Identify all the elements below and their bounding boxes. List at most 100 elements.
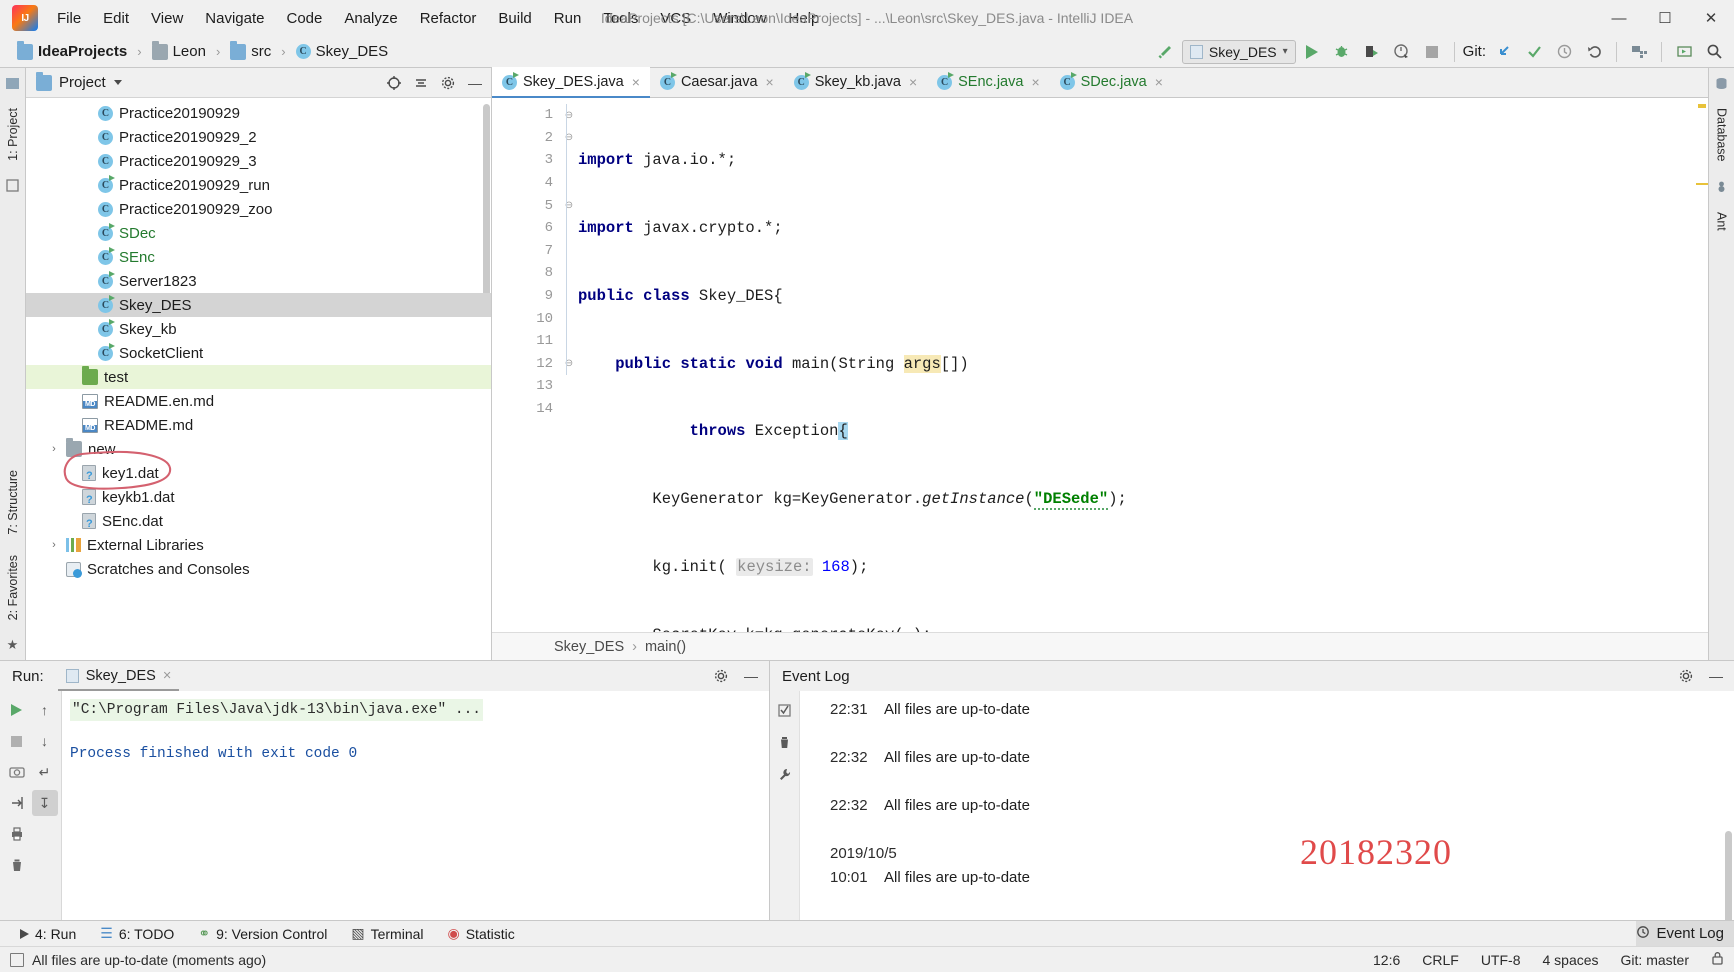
run-with-coverage-button[interactable] bbox=[1358, 39, 1386, 65]
git-update-icon[interactable] bbox=[1490, 39, 1518, 65]
line-separator[interactable]: CRLF bbox=[1422, 952, 1459, 968]
breadcrumb-item-skey-des[interactable]: C Skey_DES bbox=[293, 42, 392, 61]
close-icon[interactable]: × bbox=[163, 668, 171, 684]
scroll-down-icon[interactable]: ↓ bbox=[32, 728, 58, 754]
hide-panel-icon[interactable]: — bbox=[465, 73, 485, 93]
breadcrumb-class[interactable]: Skey_DES bbox=[554, 639, 624, 655]
event-log-row[interactable]: 22:32 All files are up-to-date bbox=[830, 797, 1734, 845]
fold-column[interactable]: ⊖ ⊖ ⊖ ⊖ bbox=[560, 98, 578, 632]
export-icon[interactable] bbox=[4, 790, 30, 816]
print-icon[interactable] bbox=[4, 821, 30, 847]
tree-item-senc-dat[interactable]: SEnc.dat bbox=[26, 509, 491, 533]
breadcrumb-item-src[interactable]: src bbox=[227, 40, 274, 61]
tree-item-new[interactable]: › new bbox=[26, 437, 491, 461]
settings-wrench-icon[interactable] bbox=[774, 763, 796, 785]
tool-window-run[interactable]: 4: Run bbox=[8, 923, 88, 945]
tree-item-readme-en-md[interactable]: README.en.md bbox=[26, 389, 491, 413]
camera-icon[interactable] bbox=[4, 759, 30, 785]
hide-panel-icon[interactable]: — bbox=[1706, 666, 1726, 686]
lock-icon[interactable] bbox=[1711, 951, 1724, 968]
close-icon[interactable]: × bbox=[1031, 74, 1039, 90]
gear-icon[interactable] bbox=[711, 666, 731, 686]
gear-icon[interactable] bbox=[438, 73, 458, 93]
minimize-button[interactable]: — bbox=[1596, 0, 1642, 36]
editor-scrollbar[interactable] bbox=[1696, 98, 1708, 632]
tree-item-server1823[interactable]: C Server1823 bbox=[26, 269, 491, 293]
trash-icon[interactable] bbox=[4, 852, 30, 878]
tree-item-skey-kb[interactable]: C Skey_kb bbox=[26, 317, 491, 341]
mark-read-icon[interactable] bbox=[774, 699, 796, 721]
menu-vcs[interactable]: VCS bbox=[649, 6, 702, 31]
event-log-toggle[interactable]: Event Log bbox=[1636, 920, 1734, 947]
profiler-button[interactable] bbox=[1388, 39, 1416, 65]
rerun-icon[interactable] bbox=[4, 697, 30, 723]
menu-code[interactable]: Code bbox=[275, 6, 333, 31]
tree-item-sdec[interactable]: C SDec bbox=[26, 221, 491, 245]
close-icon[interactable]: × bbox=[766, 74, 774, 90]
tool-window-todo[interactable]: ☰ 6: TODO bbox=[88, 922, 186, 945]
close-icon[interactable]: × bbox=[632, 74, 640, 90]
project-rail-icon[interactable] bbox=[2, 72, 24, 94]
project-structure-icon[interactable] bbox=[1625, 39, 1653, 65]
tree-item-key1-dat[interactable]: key1.dat bbox=[26, 461, 491, 485]
stop-icon[interactable] bbox=[4, 728, 30, 754]
breadcrumb-method[interactable]: main() bbox=[645, 639, 686, 655]
rail-tab-project[interactable]: 1: Project bbox=[1, 98, 25, 171]
menu-edit[interactable]: Edit bbox=[92, 6, 140, 31]
tree-item-practice20190929-3[interactable]: C Practice20190929_3 bbox=[26, 149, 491, 173]
tree-item-keykb1-dat[interactable]: keykb1.dat bbox=[26, 485, 491, 509]
scroll-up-icon[interactable]: ↑ bbox=[32, 697, 58, 723]
menu-view[interactable]: View bbox=[140, 6, 194, 31]
close-button[interactable]: ✕ bbox=[1688, 0, 1734, 36]
rail-tab-ant[interactable]: Ant bbox=[1710, 202, 1734, 241]
editor-tab-senc-java[interactable]: C SEnc.java × bbox=[927, 67, 1049, 97]
menu-tools[interactable]: Tools bbox=[592, 6, 649, 31]
chevron-down-icon[interactable] bbox=[113, 80, 122, 85]
tree-item-readme-md[interactable]: README.md bbox=[26, 413, 491, 437]
fold-toggle-icon[interactable]: ⊖ bbox=[560, 104, 578, 127]
run-configuration-selector[interactable]: Skey_DES ▾ bbox=[1181, 39, 1296, 64]
menu-run[interactable]: Run bbox=[543, 6, 593, 31]
run-button[interactable] bbox=[1298, 39, 1326, 65]
git-history-icon[interactable] bbox=[1550, 39, 1578, 65]
git-branch[interactable]: Git: master bbox=[1621, 952, 1689, 968]
editor-tab-sdec-java[interactable]: C SDec.java × bbox=[1050, 67, 1173, 97]
rail-tab-database[interactable]: Database bbox=[1710, 98, 1734, 172]
run-tab-skey-des[interactable]: Skey_DES × bbox=[57, 661, 180, 691]
menu-navigate[interactable]: Navigate bbox=[194, 6, 275, 31]
rail-tab-favorites[interactable]: 2: Favorites bbox=[1, 545, 25, 630]
build-hammer-icon[interactable] bbox=[1152, 39, 1180, 65]
editor-content[interactable]: 1 2 3 4 5 6 7 8 9 10 11 12 13 14 ⊖ ⊖ ⊖ ⊖ import java.io.… bbox=[492, 98, 1708, 632]
breadcrumb-item-ideaprojects[interactable]: IdeaProjects bbox=[14, 40, 130, 61]
file-encoding[interactable]: UTF-8 bbox=[1481, 952, 1521, 968]
menu-file[interactable]: File bbox=[46, 6, 92, 31]
editor-tab-skey-des-java[interactable]: C Skey_DES.java × bbox=[492, 67, 650, 98]
expand-arrow-icon[interactable]: › bbox=[48, 539, 60, 551]
target-icon[interactable] bbox=[384, 73, 404, 93]
menu-help[interactable]: Help bbox=[778, 6, 831, 31]
scroll-to-end-icon[interactable]: ↧ bbox=[31, 790, 58, 816]
tree-item-practice20190929-run[interactable]: C Practice20190929_run bbox=[26, 173, 491, 197]
fold-toggle-icon[interactable]: ⊖ bbox=[560, 127, 578, 150]
tree-item-test[interactable]: test bbox=[26, 365, 491, 389]
indent-setting[interactable]: 4 spaces bbox=[1542, 952, 1598, 968]
favorites-star-icon[interactable]: ★ bbox=[2, 634, 24, 656]
expand-arrow-icon[interactable]: › bbox=[48, 443, 60, 455]
event-log-row[interactable]: 22:31 All files are up-to-date bbox=[830, 701, 1734, 749]
close-icon[interactable]: × bbox=[909, 74, 917, 90]
stop-button[interactable] bbox=[1418, 39, 1446, 65]
commit-rail-icon[interactable] bbox=[2, 175, 24, 197]
event-log-row[interactable]: 10:01 All files are up-to-date bbox=[830, 869, 1734, 917]
tool-window-version-control[interactable]: ⚭ 9: Version Control bbox=[186, 922, 339, 945]
event-log-scrollbar[interactable] bbox=[1725, 831, 1732, 920]
editor-tab-skey-kb-java[interactable]: C Skey_kb.java × bbox=[784, 67, 927, 97]
menu-window[interactable]: Window bbox=[702, 6, 777, 31]
fold-toggle-icon[interactable]: ⊖ bbox=[560, 353, 578, 376]
menu-analyze[interactable]: Analyze bbox=[333, 6, 408, 31]
tree-item-socketclient[interactable]: C SocketClient bbox=[26, 341, 491, 365]
menu-build[interactable]: Build bbox=[487, 6, 542, 31]
close-icon[interactable]: × bbox=[1155, 74, 1163, 90]
tree-item-practice20190929-2[interactable]: C Practice20190929_2 bbox=[26, 125, 491, 149]
debug-button[interactable] bbox=[1328, 39, 1356, 65]
tree-item-practice20190929[interactable]: C Practice20190929 bbox=[26, 101, 491, 125]
